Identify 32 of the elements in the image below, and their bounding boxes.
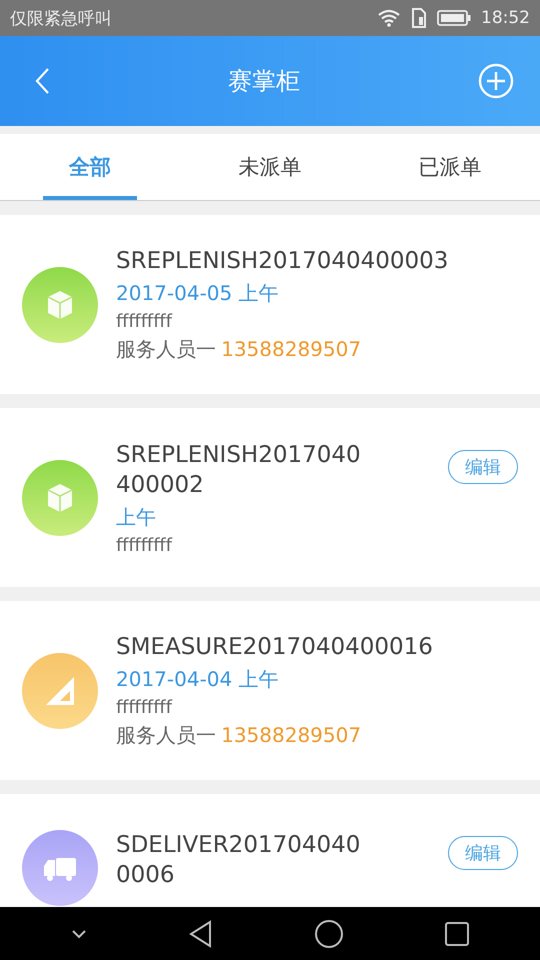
order-note: fffffffff (116, 311, 174, 332)
order-date: 上午 (116, 504, 157, 530)
wifi-icon (377, 9, 401, 27)
home-circle-icon[interactable] (314, 919, 344, 949)
battery-icon (437, 9, 471, 27)
add-icon[interactable] (478, 63, 514, 99)
page-title: 赛掌柜 (228, 66, 300, 97)
sim-icon (411, 8, 427, 28)
phone-number: 13588289507 (221, 337, 362, 361)
recents-square-icon[interactable] (444, 921, 470, 947)
staff-name: 服务人员一 (116, 723, 216, 747)
order-card[interactable]: SMEASURE2017040400016 2017-04-04 上午 fffffffff 服务人员一 13588289507 (0, 601, 540, 780)
order-note: fffffffff (116, 697, 174, 718)
order-date: 2017-04-05 上午 (116, 280, 280, 307)
status-text: 仅限紧急呼叫 (10, 8, 112, 30)
order-card[interactable]: SREPLENISH2017040400002 上午 fffffffff 编辑 (0, 408, 540, 587)
tab[interactable]: 未派单 (180, 134, 360, 200)
order-card[interactable]: SREPLENISH2017040400003 2017-04-05 上午 fffffffff 服务人员一 13588289507 (0, 215, 540, 394)
order-number: SMEASURE2017040400016 (116, 633, 434, 662)
order-date: 2017-04-04 上午 (116, 666, 280, 693)
tab[interactable]: 已派单 (360, 134, 540, 200)
phone-number: 13588289507 (221, 723, 362, 747)
order-number: SREPLENISH2017040400003 (116, 247, 450, 276)
order-number: SDELIVER2017040400006 (116, 831, 362, 890)
back-icon[interactable] (34, 67, 50, 95)
order-note: fffffffff (116, 534, 174, 556)
chevron-down-icon[interactable] (70, 928, 88, 940)
staff-name: 服务人员一 (116, 337, 216, 361)
clock-text: 18:52 (481, 8, 530, 28)
order-number: SREPLENISH2017040400002 (116, 440, 362, 500)
back-triangle-icon[interactable] (188, 920, 214, 948)
order-card[interactable]: SDELIVER2017040400006 编辑 (0, 794, 540, 907)
